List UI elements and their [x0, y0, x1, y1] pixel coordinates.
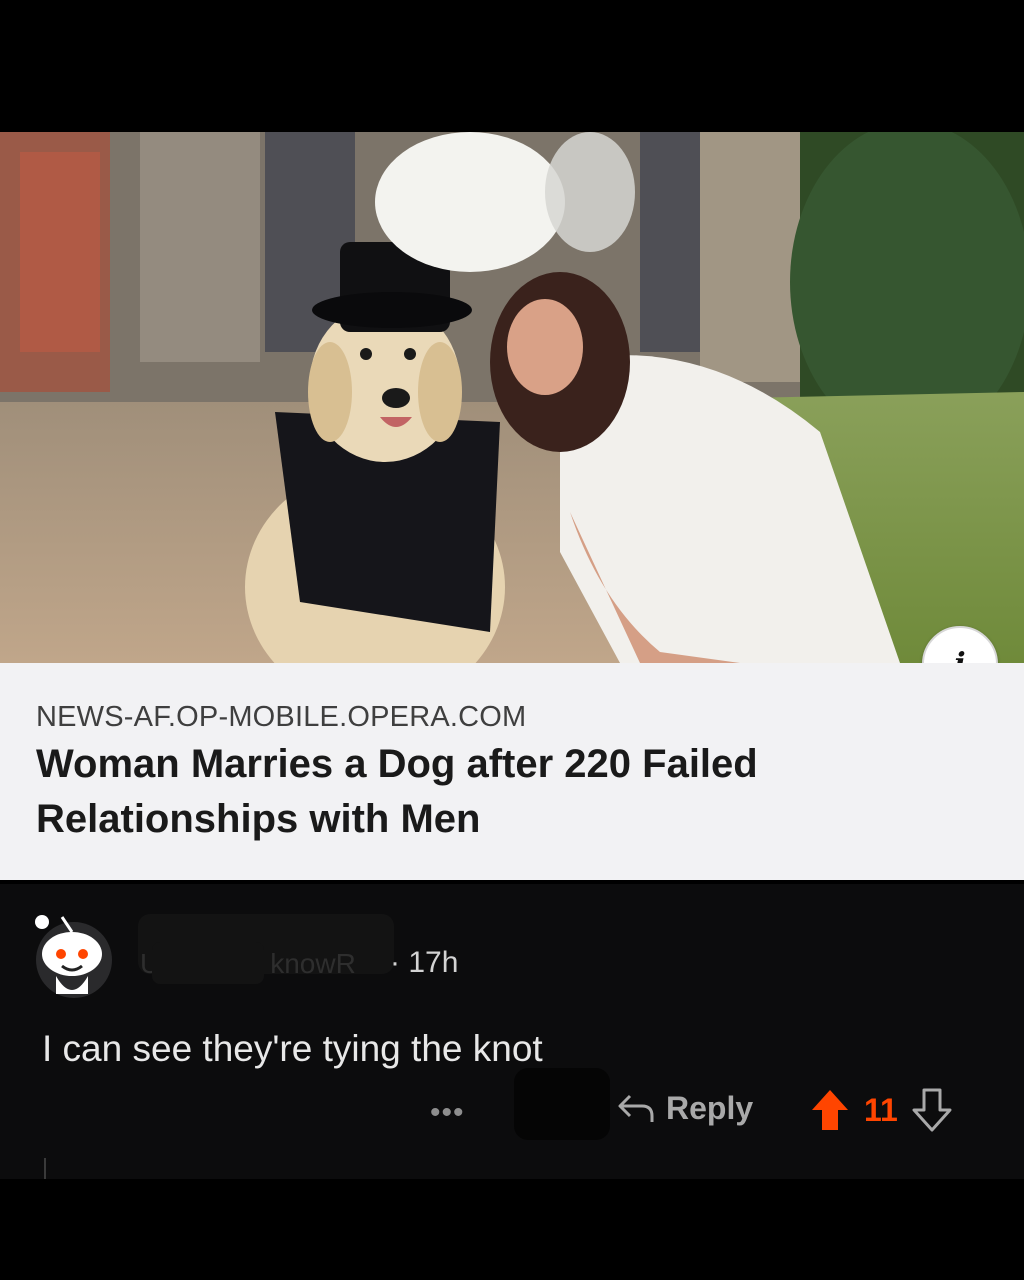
author-redaction-inner: [152, 942, 264, 984]
comment-age: · 17h: [390, 946, 459, 979]
downvote-arrow-icon[interactable]: [912, 1088, 952, 1132]
link-preview-card[interactable]: i NEWS-AF.OP-MOBILE.OPERA.COM Woman Marr…: [0, 132, 1024, 880]
reply-label: Reply: [666, 1090, 754, 1126]
comment: UknowR · 17h I can see they're tying the…: [0, 884, 1024, 1179]
reply-arrow-icon: [618, 1094, 654, 1122]
upvote-arrow-icon[interactable]: [810, 1088, 850, 1132]
link-domain: NEWS-AF.OP-MOBILE.OPERA.COM: [36, 701, 527, 733]
thread-line: [44, 1158, 46, 1179]
link-headline[interactable]: Woman Marries a Dog after 220 Failed Rel…: [36, 737, 916, 847]
article-photo: [0, 132, 1024, 663]
more-options-icon[interactable]: •••: [430, 1096, 465, 1130]
vote-controls: 11: [810, 1088, 952, 1132]
redaction-block: [514, 1068, 610, 1140]
reddit-snoo-avatar-icon[interactable]: [32, 914, 116, 998]
link-caption[interactable]: NEWS-AF.OP-MOBILE.OPERA.COM Woman Marrie…: [0, 663, 1024, 880]
author-visible-text: knowR: [270, 948, 356, 979]
reply-button[interactable]: Reply: [616, 1090, 753, 1127]
vote-score: 11: [864, 1091, 898, 1128]
comment-body: I can see they're tying the knot: [42, 1028, 543, 1069]
